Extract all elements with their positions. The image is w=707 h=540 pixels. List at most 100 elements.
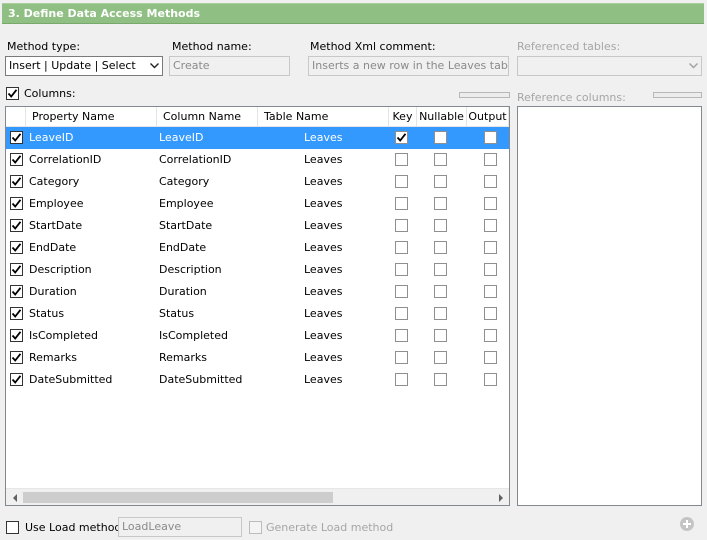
cell-property-name[interactable]: Employee <box>29 193 83 215</box>
method-type-combo[interactable]: Insert | Update | Select <box>5 56 163 76</box>
cell-nullable-checkbox[interactable] <box>434 175 447 188</box>
cell-nullable-checkbox[interactable] <box>434 351 447 364</box>
table-row[interactable]: LeaveID LeaveID Leaves <box>6 127 509 149</box>
cell-key-checkbox[interactable] <box>395 329 408 342</box>
table-row[interactable]: Category Category Leaves <box>6 171 509 193</box>
cell-key-checkbox[interactable] <box>395 175 408 188</box>
cell-nullable-checkbox[interactable] <box>434 373 447 386</box>
cell-column-name: Remarks <box>159 351 207 364</box>
cell-key-checkbox[interactable] <box>395 153 408 166</box>
cell-nullable-checkbox[interactable] <box>434 307 447 320</box>
columns-splitter[interactable] <box>459 92 510 98</box>
row-include-checkbox[interactable] <box>10 153 23 166</box>
reference-columns-list[interactable] <box>517 106 702 506</box>
cell-property-name[interactable]: Duration <box>29 281 77 303</box>
use-load-method-checkbox[interactable] <box>6 521 19 534</box>
method-name-field[interactable]: Create <box>169 56 290 76</box>
cell-key-checkbox[interactable] <box>395 307 408 320</box>
row-include-checkbox[interactable] <box>10 197 23 210</box>
cell-nullable-checkbox[interactable] <box>434 285 447 298</box>
cell-output-checkbox[interactable] <box>484 285 497 298</box>
header-key[interactable]: Key <box>389 107 417 126</box>
cell-output-checkbox[interactable] <box>484 263 497 276</box>
method-xml-comment-field[interactable]: Inserts a new row in the Leaves table. <box>308 56 509 76</box>
columns-label: Columns: <box>24 87 76 100</box>
cell-key-checkbox[interactable] <box>395 373 408 386</box>
header-output[interactable]: Output <box>467 107 509 126</box>
cell-nullable-checkbox[interactable] <box>434 241 447 254</box>
chevron-down-icon[interactable] <box>148 57 160 75</box>
cell-nullable-checkbox[interactable] <box>434 329 447 342</box>
cell-property-name[interactable]: Description <box>29 259 92 281</box>
cell-property-name[interactable]: DateSubmitted <box>29 369 112 391</box>
table-row[interactable]: DateSubmitted DateSubmitted Leaves <box>6 369 509 391</box>
row-include-checkbox[interactable] <box>10 219 23 232</box>
cell-output-checkbox[interactable] <box>484 373 497 386</box>
row-include-checkbox[interactable] <box>10 307 23 320</box>
cell-output-checkbox[interactable] <box>484 307 497 320</box>
cell-key-checkbox[interactable] <box>395 351 408 364</box>
cell-key-checkbox[interactable] <box>395 263 408 276</box>
cell-output-checkbox[interactable] <box>484 241 497 254</box>
arrow-right-icon[interactable] <box>492 489 509 505</box>
cell-output-checkbox[interactable] <box>484 131 497 144</box>
generate-load-method-checkbox[interactable] <box>249 521 262 534</box>
table-row[interactable]: CorrelationID CorrelationID Leaves <box>6 149 509 171</box>
chevron-down-icon[interactable] <box>687 57 699 75</box>
cell-property-name[interactable]: IsCompleted <box>29 325 98 347</box>
table-row[interactable]: Remarks Remarks Leaves <box>6 347 509 369</box>
header-table-name[interactable]: Table Name <box>258 107 389 126</box>
header-nullable[interactable]: Nullable <box>417 107 467 126</box>
cell-property-name[interactable]: StartDate <box>29 215 82 237</box>
add-button[interactable] <box>675 514 699 536</box>
table-row[interactable]: Duration Duration Leaves <box>6 281 509 303</box>
grid-horizontal-scrollbar[interactable] <box>6 488 509 505</box>
cell-output-checkbox[interactable] <box>484 197 497 210</box>
row-include-checkbox[interactable] <box>10 329 23 342</box>
cell-output-checkbox[interactable] <box>484 351 497 364</box>
row-include-checkbox[interactable] <box>10 241 23 254</box>
cell-output-checkbox[interactable] <box>484 219 497 232</box>
cell-key-checkbox[interactable] <box>395 219 408 232</box>
columns-grid[interactable]: Property Name Column Name Table Name Key… <box>5 106 510 506</box>
cell-nullable-checkbox[interactable] <box>434 219 447 232</box>
scrollbar-thumb[interactable] <box>23 492 333 503</box>
row-include-checkbox[interactable] <box>10 263 23 276</box>
cell-property-name[interactable]: Category <box>29 171 79 193</box>
cell-output-checkbox[interactable] <box>484 329 497 342</box>
reference-columns-splitter[interactable] <box>653 92 702 98</box>
row-include-checkbox[interactable] <box>10 351 23 364</box>
cell-property-name[interactable]: EndDate <box>29 237 76 259</box>
cell-key-checkbox[interactable] <box>395 131 408 144</box>
arrow-left-icon[interactable] <box>6 489 23 505</box>
cell-property-name[interactable]: Status <box>29 303 64 325</box>
table-row[interactable]: IsCompleted IsCompleted Leaves <box>6 325 509 347</box>
table-row[interactable]: Status Status Leaves <box>6 303 509 325</box>
cell-property-name[interactable]: Remarks <box>29 347 77 369</box>
table-row[interactable]: Description Description Leaves <box>6 259 509 281</box>
cell-key-checkbox[interactable] <box>395 285 408 298</box>
cell-nullable-checkbox[interactable] <box>434 131 447 144</box>
table-row[interactable]: StartDate StartDate Leaves <box>6 215 509 237</box>
table-row[interactable]: EndDate EndDate Leaves <box>6 237 509 259</box>
cell-key-checkbox[interactable] <box>395 241 408 254</box>
cell-nullable-checkbox[interactable] <box>434 153 447 166</box>
cell-property-name[interactable]: CorrelationID <box>29 149 101 171</box>
cell-property-name[interactable]: LeaveID <box>29 127 73 149</box>
load-method-name-field[interactable]: LoadLeave <box>118 517 242 537</box>
cell-nullable-checkbox[interactable] <box>434 263 447 276</box>
referenced-tables-label: Referenced tables: <box>517 40 621 53</box>
header-property-name[interactable]: Property Name <box>26 107 157 126</box>
columns-checkbox[interactable] <box>6 87 19 100</box>
row-include-checkbox[interactable] <box>10 373 23 386</box>
cell-nullable-checkbox[interactable] <box>434 197 447 210</box>
row-include-checkbox[interactable] <box>10 285 23 298</box>
cell-output-checkbox[interactable] <box>484 153 497 166</box>
row-include-checkbox[interactable] <box>10 175 23 188</box>
cell-key-checkbox[interactable] <box>395 197 408 210</box>
referenced-tables-combo[interactable] <box>517 56 702 76</box>
row-include-checkbox[interactable] <box>10 131 23 144</box>
table-row[interactable]: Employee Employee Leaves <box>6 193 509 215</box>
header-column-name[interactable]: Column Name <box>157 107 258 126</box>
cell-output-checkbox[interactable] <box>484 175 497 188</box>
